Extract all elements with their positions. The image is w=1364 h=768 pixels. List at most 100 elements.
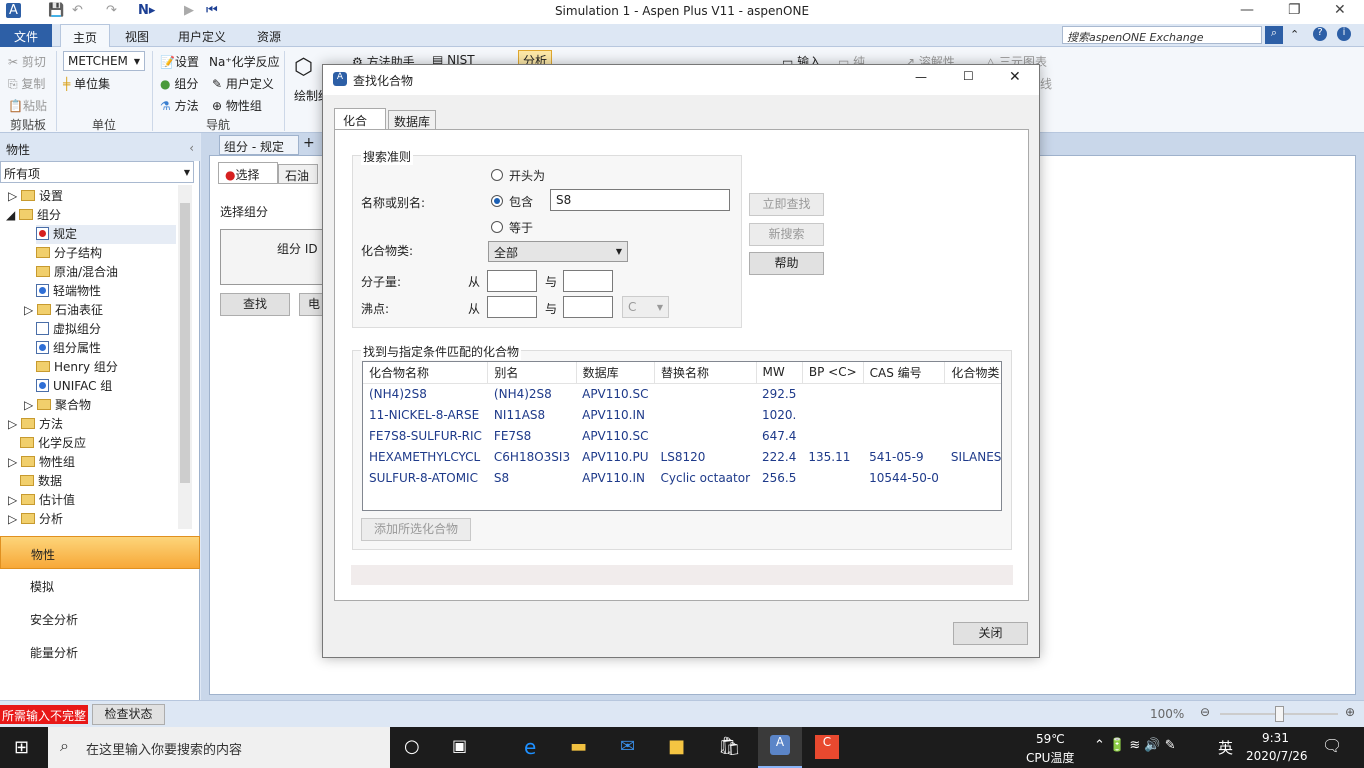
tree-item-molecular-structure[interactable]: 分子结构 <box>36 244 102 263</box>
close-window-button[interactable]: ✕ <box>1334 2 1346 18</box>
tree-item-methods[interactable]: ▷ 方法 <box>8 415 63 434</box>
app-icon[interactable]: ■ <box>668 736 685 757</box>
chem-button[interactable]: Na⁺化学反应 <box>209 53 280 70</box>
tray-icons[interactable]: ⌃ 🔋 ≋ 🔊 ✎ <box>1094 738 1176 753</box>
new-tab-icon[interactable]: + <box>303 135 315 151</box>
table-row[interactable]: HEXAMETHYLCYCL C6H18O3SI3 APV110.PU LS8120 2… <box>363 446 1001 467</box>
required-input-status[interactable]: 所需输入不完整 <box>0 705 89 724</box>
tab-home[interactable]: 主页 <box>60 24 111 48</box>
tree-item-setup[interactable]: ▷ 设置 <box>8 187 63 206</box>
class-select[interactable]: 全部 ▼ <box>488 241 628 262</box>
tree-item-henry[interactable]: Henry 组分 <box>36 358 118 377</box>
column-header[interactable]: CAS 编号 <box>863 362 946 384</box>
tree-item-estimation[interactable]: ▷ 估计值 <box>8 491 75 510</box>
nav-energy[interactable]: 能量分析 <box>0 635 200 668</box>
name-input[interactable]: S8 <box>550 189 730 211</box>
table-row[interactable]: (NH4)2S8 (NH4)2S8 APV110.SC 292.5 <box>363 383 1001 404</box>
ime-indicator[interactable]: 英 <box>1218 737 1233 758</box>
custom-button[interactable]: ✎ 用户定义 <box>212 75 274 92</box>
tab-view[interactable]: 视图 <box>113 24 161 47</box>
zoom-slider[interactable] <box>1220 706 1338 722</box>
tree-item-chemistry[interactable]: 化学反应 <box>20 434 86 453</box>
tree-item-light-ends[interactable]: 轻端物性 <box>36 282 101 301</box>
bp-unit-select[interactable]: C ▼ <box>622 296 669 318</box>
radio-equals[interactable] <box>491 221 503 233</box>
cortana-icon[interactable]: ○ <box>404 736 420 757</box>
tree-item-petro-char[interactable]: ▷ 石油表征 <box>24 301 103 320</box>
unit-set-select[interactable]: METCHEM ▼ <box>63 51 145 71</box>
info-icon[interactable]: i <box>1337 27 1351 41</box>
tree-item-polymers[interactable]: ▷ 聚合物 <box>24 396 91 415</box>
camtasia-icon[interactable]: C <box>815 735 839 759</box>
tree-item-analysis[interactable]: ▷ 分析 <box>8 510 63 529</box>
nav-safety[interactable]: 安全分析 <box>0 602 200 635</box>
minimize-button[interactable]: — <box>1240 2 1254 18</box>
check-status-button[interactable]: 检查状态 <box>92 704 165 725</box>
column-header[interactable]: 别名 <box>487 362 577 384</box>
subtab-select[interactable]: ●选择 <box>218 162 278 184</box>
dialog-minimize-button[interactable]: — <box>915 70 927 84</box>
edge-icon[interactable]: e <box>524 735 536 759</box>
table-row[interactable]: 11-NICKEL-8-ARSE NI11AS8 APV110.IN 1020. <box>363 404 1001 425</box>
column-header[interactable]: BP <C> <box>802 362 864 384</box>
draw-structure-icon[interactable]: ⬡ <box>294 55 313 80</box>
windows-start-icon[interactable]: ⊞ <box>14 737 29 758</box>
exchange-search-input[interactable]: 搜索aspenONE Exchange <box>1062 26 1262 44</box>
tree-item-data[interactable]: 数据 <box>20 472 62 491</box>
tree-item-components[interactable]: ◢ 组分 <box>6 206 61 225</box>
tree-item-comp-attr[interactable]: 组分属性 <box>36 339 101 358</box>
search-icon[interactable]: ⌕ <box>1265 26 1283 44</box>
tree-item-pseudocomponents[interactable]: 虚拟组分 <box>36 320 101 339</box>
taskbar-search-input[interactable]: ⌕ 在这里输入你要搜索的内容 <box>48 727 390 768</box>
copy-button[interactable]: ⎘ 复制 <box>8 75 45 92</box>
task-view-icon[interactable]: ▣ <box>452 736 467 755</box>
methods-button[interactable]: ⚗ 方法 <box>160 97 199 114</box>
nav-properties[interactable]: 物性 <box>0 536 200 569</box>
column-header[interactable]: 替换名称 <box>654 362 757 384</box>
tab-file[interactable]: 文件 <box>0 24 52 47</box>
help-icon[interactable]: ? <box>1313 27 1327 41</box>
tree-item-assays[interactable]: 原油/混合油 <box>36 263 118 282</box>
dialog-maximize-button[interactable]: ☐ <box>963 69 974 83</box>
tab-databanks[interactable]: 数据库 <box>388 110 436 130</box>
propsets-button[interactable]: ⊕ 物性组 <box>212 97 262 114</box>
clock-time[interactable]: 9:31 <box>1262 731 1289 745</box>
collapse-ribbon-icon[interactable]: ⌃ <box>1290 28 1299 41</box>
tab-customize[interactable]: 用户定义 <box>166 24 238 47</box>
mail-icon[interactable]: ✉ <box>620 736 635 757</box>
close-button[interactable]: 关闭 <box>953 622 1028 645</box>
find-button[interactable]: 查找 <box>220 293 290 316</box>
aspen-taskbar-icon[interactable]: A <box>758 727 802 768</box>
table-row[interactable]: FE7S8-SULFUR-RIC FE7S8 APV110.SC 647.4 <box>363 425 1001 446</box>
dialog-close-button[interactable]: ✕ <box>1009 69 1021 85</box>
tree-item-unifac[interactable]: UNIFAC 组 <box>36 377 112 396</box>
column-header[interactable]: 化合物名称 <box>363 362 489 384</box>
tab-compounds[interactable]: 化合物 <box>334 108 386 145</box>
results-table[interactable]: 化合物名称 别名 数据库 替换名称 MW BP <C> CAS 编号 化合物类 (NH4)2S… <box>362 361 1002 511</box>
unit-sets-button[interactable]: ╪ 单位集 <box>63 75 110 92</box>
store-icon[interactable]: 🛍 <box>718 736 741 757</box>
nav-simulation[interactable]: 模拟 <box>0 569 200 602</box>
tree-item-propsets[interactable]: ▷ 物性组 <box>8 453 75 472</box>
filter-select[interactable]: 所有项 ▼ <box>0 161 194 183</box>
setup-button[interactable]: 📝设置 <box>160 53 199 70</box>
table-row[interactable]: SULFUR-8-ATOMIC S8 APV110.IN Cyclic octaato… <box>363 467 1001 488</box>
restore-button[interactable]: ❐ <box>1288 2 1301 18</box>
mw-from-input[interactable] <box>487 270 537 292</box>
new-search-button[interactable]: 新搜索 <box>749 223 824 246</box>
subtab-petro[interactable]: 石油 <box>278 164 318 184</box>
collapse-pane-icon[interactable]: ‹ <box>189 141 194 155</box>
add-selected-button[interactable]: 添加所选化合物 <box>361 518 471 541</box>
mw-to-input[interactable] <box>563 270 613 292</box>
cut-button[interactable]: ✂ 剪切 <box>8 53 46 70</box>
help-button[interactable]: 帮助 <box>749 252 824 275</box>
paste-button[interactable]: 📋粘贴 <box>8 97 47 114</box>
radio-contains[interactable] <box>491 195 503 207</box>
components-grid[interactable]: 组分 ID <box>220 229 330 285</box>
column-header[interactable]: 化合物类 <box>944 362 1001 384</box>
clock-date[interactable]: 2020/7/26 <box>1246 749 1308 763</box>
tree-scrollbar[interactable] <box>178 185 192 529</box>
bp-from-input[interactable] <box>487 296 537 318</box>
column-header[interactable]: MW <box>756 362 803 384</box>
notifications-icon[interactable]: 🗨 <box>1322 736 1342 755</box>
